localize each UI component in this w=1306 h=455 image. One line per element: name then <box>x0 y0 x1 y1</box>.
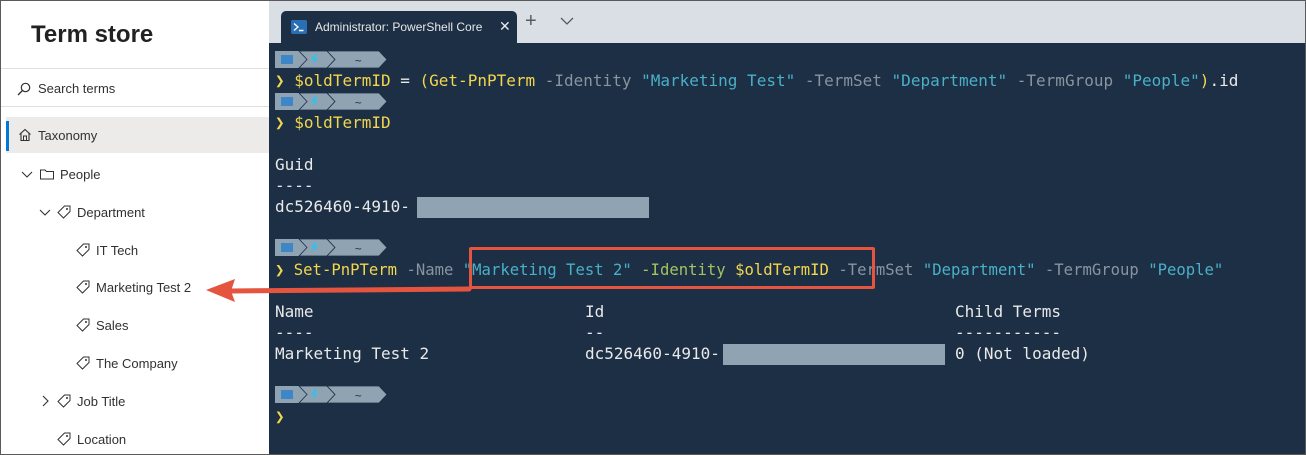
tree-item-label: Marketing Test 2 <box>96 279 192 295</box>
chevron-right-icon[interactable] <box>37 393 53 409</box>
highlight-box <box>469 247 875 289</box>
tag-icon <box>76 356 90 370</box>
tree-item-people[interactable]: People <box>19 156 100 192</box>
prompt-segment: ~ <box>275 51 388 68</box>
tag-icon <box>57 432 71 446</box>
tree-item-label: Job Title <box>77 393 126 409</box>
tree-item-location[interactable]: Location <box>56 421 127 454</box>
tag-icon <box>57 205 71 219</box>
tab-bar: Administrator: PowerShell Core ✕ + <box>269 1 1305 43</box>
redaction-block <box>417 197 649 218</box>
tree-item-it-tech[interactable]: IT Tech <box>75 232 138 268</box>
output-header-child-terms: Child Terms <box>955 302 1061 321</box>
search-input[interactable]: Search terms <box>38 81 115 96</box>
prompt-segment: ~ <box>275 239 388 256</box>
chevron-down-icon[interactable] <box>19 166 35 182</box>
output-value-child: 0 (Not loaded) <box>955 344 1090 363</box>
tree-item-marketing-test-2[interactable]: Marketing Test 2 <box>75 269 191 305</box>
tab-powershell[interactable]: Administrator: PowerShell Core ✕ <box>281 11 517 43</box>
tree-item-taxonomy[interactable]: Taxonomy <box>6 117 269 153</box>
output-value-id: dc526460-4910- <box>585 344 720 363</box>
new-tab-button[interactable]: + <box>525 11 537 31</box>
output-separator-child: ----------- <box>955 323 1061 342</box>
tree-item-label: Sales <box>96 317 129 333</box>
term-store-pane: Term store Search terms Taxonomy People <box>1 1 269 454</box>
prompt-segment: ~ <box>275 386 388 403</box>
screenshot-frame: Term store Search terms Taxonomy People <box>0 0 1306 455</box>
redaction-block <box>723 344 945 365</box>
home-icon <box>19 128 31 142</box>
output-separator-id: -- <box>585 323 605 342</box>
tree-item-label: The Company <box>96 355 178 371</box>
tree-item-sales[interactable]: Sales <box>75 307 129 343</box>
tree-item-department[interactable]: Department <box>37 194 145 230</box>
tree-item-label: Department <box>77 204 145 220</box>
tag-icon <box>76 280 90 294</box>
search-box[interactable]: Search terms <box>1 68 269 107</box>
chevron-down-icon[interactable] <box>560 16 574 26</box>
page-title: Term store <box>31 21 154 48</box>
command-line-2: ❯ $oldTermID <box>275 113 391 132</box>
search-icon <box>17 82 31 96</box>
folder-icon <box>40 169 54 180</box>
tag-icon <box>76 243 90 257</box>
prompt-tilde: ~ <box>355 389 362 402</box>
tab-title: Administrator: PowerShell Core <box>315 20 483 34</box>
terminal-window[interactable]: Administrator: PowerShell Core ✕ + ~ ❯ $… <box>269 1 1305 454</box>
output-separator-name: ---- <box>275 323 314 342</box>
prompt-tilde: ~ <box>355 54 362 67</box>
output-guid-separator: ---- <box>275 176 314 195</box>
selection-indicator <box>6 121 9 151</box>
command-line-1: ❯ $oldTermID = (Get-PnPTerm -Identity "M… <box>275 71 1239 90</box>
tree-item-job-title[interactable]: Job Title <box>37 383 125 419</box>
tree-item-the-company[interactable]: The Company <box>75 345 178 381</box>
output-guid-header: Guid <box>275 155 314 174</box>
output-guid-value: dc526460-4910- <box>275 197 410 216</box>
prompt-tilde: ~ <box>355 96 362 109</box>
command-line-empty[interactable]: ❯ <box>275 407 285 427</box>
tree-item-label: People <box>60 166 101 182</box>
tree-item-label: Taxonomy <box>38 127 98 143</box>
tag-icon <box>76 318 90 332</box>
close-icon[interactable]: ✕ <box>499 18 511 35</box>
tree-item-label: Location <box>77 431 127 447</box>
output-header-id: Id <box>585 302 605 321</box>
chevron-down-icon[interactable] <box>37 204 53 220</box>
prompt-tilde: ~ <box>355 242 362 255</box>
tree-item-label: IT Tech <box>96 242 139 258</box>
tag-icon <box>57 394 71 408</box>
callout-arrow <box>206 279 472 302</box>
output-value-name: Marketing Test 2 <box>275 344 430 363</box>
prompt-symbol: ❯ <box>275 71 285 90</box>
prompt-segment: ~ <box>275 93 388 110</box>
powershell-icon <box>291 20 307 34</box>
